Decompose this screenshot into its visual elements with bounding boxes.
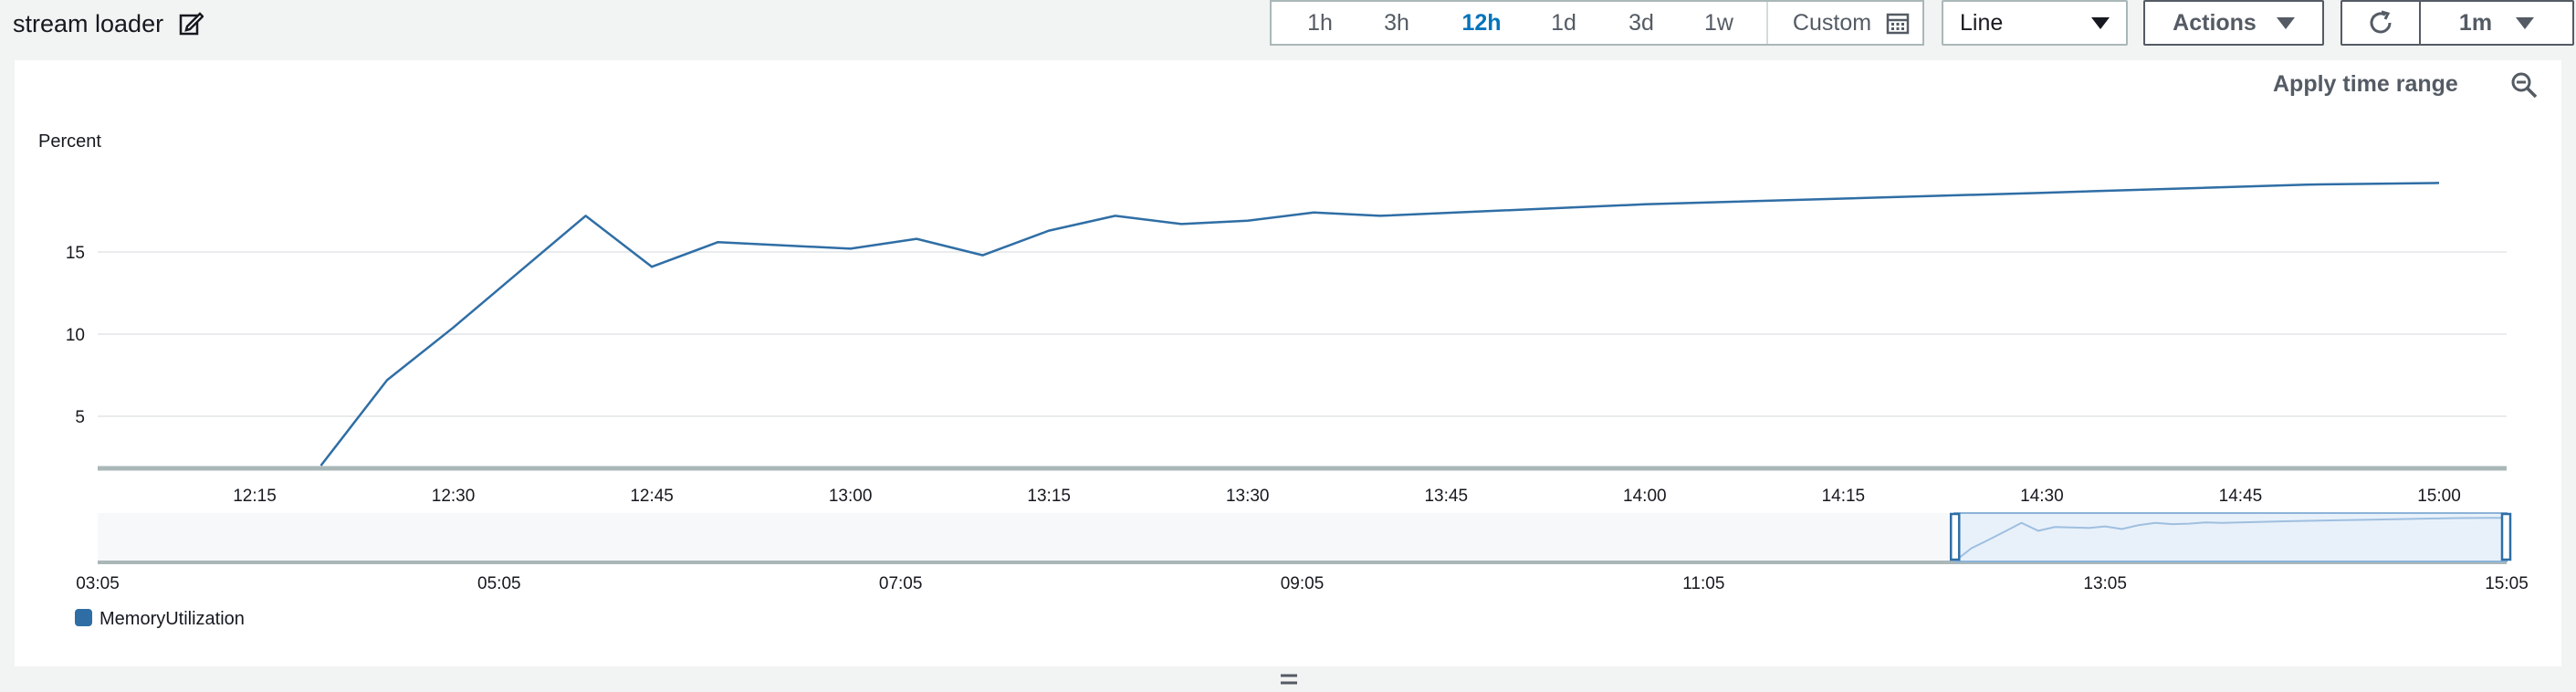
y-ticks: 5 10 15: [66, 244, 85, 427]
navigator-tick-label: 15:05: [2485, 574, 2529, 593]
navigator-tick-label: 13:05: [2083, 574, 2127, 593]
x-tick-label: 13:15: [1027, 487, 1071, 506]
legend-label[interactable]: MemoryUtilization: [99, 609, 245, 629]
navigator-tick-label: 07:05: [879, 574, 923, 593]
y-tick-label: 15: [66, 244, 85, 263]
series-line-memoryutilization[interactable]: [319, 182, 2440, 467]
navigator-selection[interactable]: [1953, 512, 2508, 562]
y-tick-label: 5: [75, 408, 85, 427]
x-tick-label: 14:45: [2219, 487, 2263, 506]
navigator-handle-left[interactable]: [1949, 512, 1961, 561]
navigator-handle-right[interactable]: [2500, 512, 2512, 561]
navigator-tick-label: 09:05: [1281, 574, 1325, 593]
navigator-tick-label: 11:05: [1682, 574, 1724, 593]
x-tick-label: 13:30: [1226, 487, 1270, 506]
x-tick-label: 12:30: [432, 487, 476, 506]
x-tick-label: 15:00: [2417, 487, 2461, 506]
x-ticks: 12:15 12:30 12:45 13:00 13:15 13:30 13:45 14:00…: [233, 487, 2461, 506]
navigator-tick-label: 03:05: [76, 574, 120, 593]
grid: [98, 251, 2507, 417]
series-group: [319, 182, 2440, 467]
navigator-tick-label: 05:05: [477, 574, 521, 593]
x-tick-label: 14:30: [2020, 487, 2064, 506]
x-tick-label: 13:00: [829, 487, 873, 506]
x-tick-label: 12:15: [233, 487, 277, 506]
x-tick-label: 14:15: [1822, 487, 1866, 506]
y-tick-label: 10: [66, 326, 85, 345]
resize-handle-icon[interactable]: [1279, 672, 1299, 687]
x-tick-label: 13:45: [1424, 487, 1468, 506]
x-tick-label: 14:00: [1623, 487, 1667, 506]
y-axis-label: Percent: [38, 131, 101, 152]
x-tick-label: 12:45: [630, 487, 674, 506]
line-chart: Percent 51015 12:15 12:30 12:45 13:00 13:15 1…: [38, 131, 2529, 629]
legend-swatch: [75, 609, 92, 626]
navigator-x-ticks: 03:05 05:05 07:05 09:05 11:05 13:05 15:05: [76, 574, 2529, 593]
